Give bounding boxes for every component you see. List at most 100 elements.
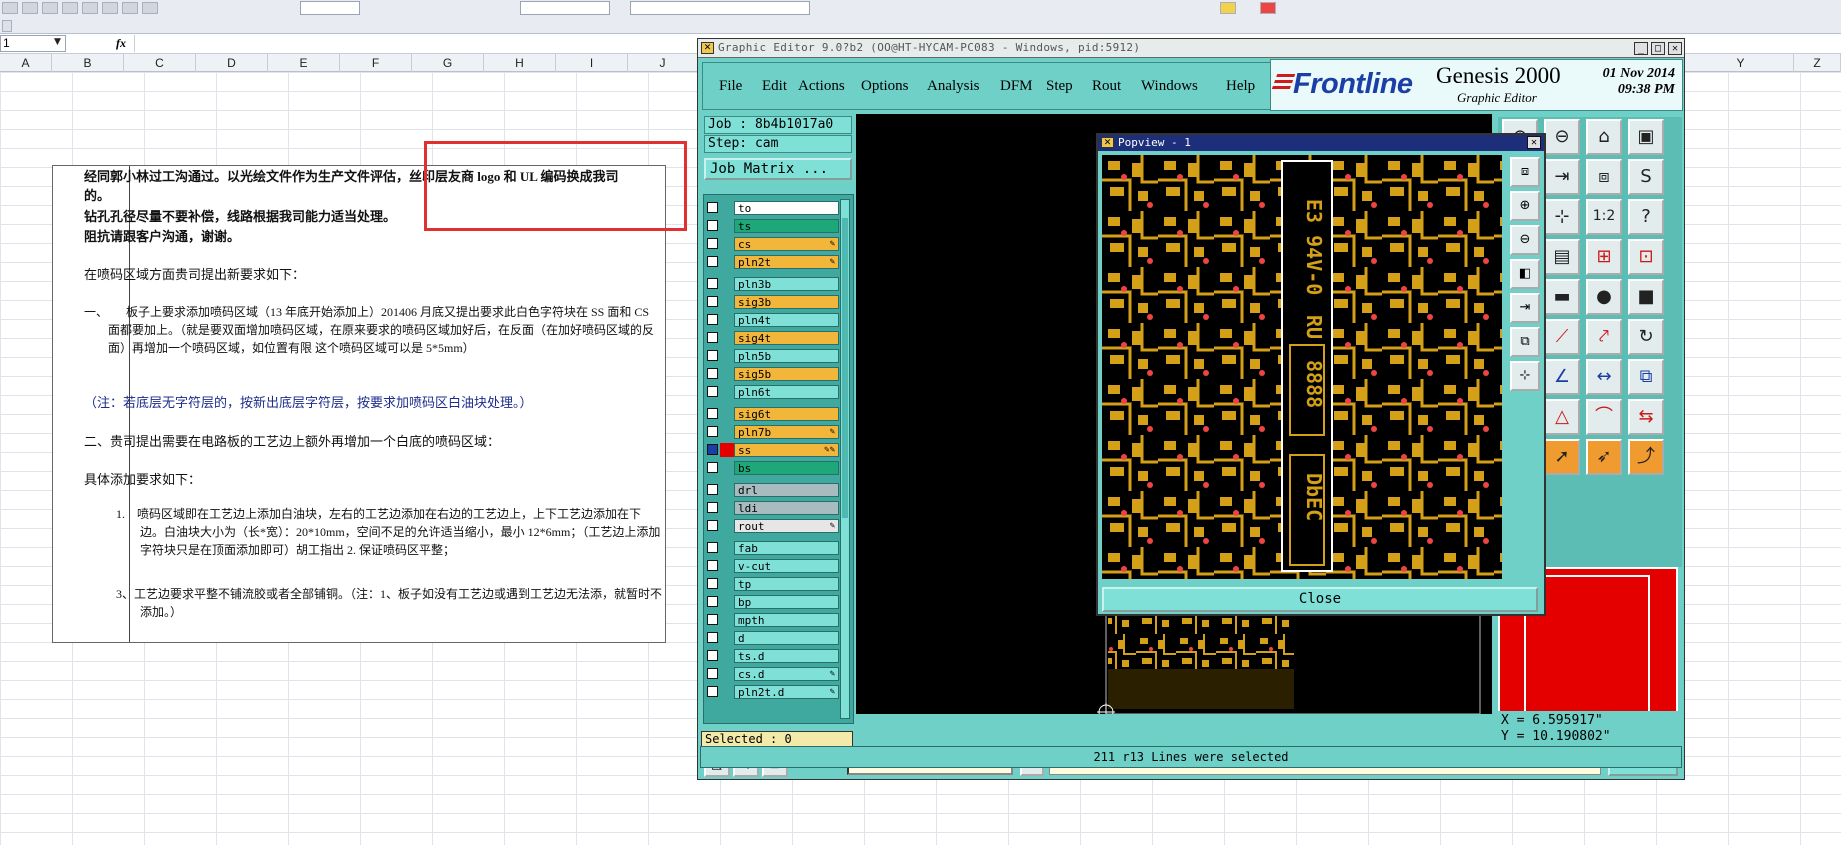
layer-color-swatch[interactable] (720, 407, 734, 421)
layer-name[interactable]: cs.d ✎ (734, 667, 839, 681)
layer-color-swatch[interactable] (720, 461, 734, 475)
layer-name[interactable]: bp (734, 595, 839, 609)
layer-checkbox[interactable] (707, 202, 718, 213)
layer-row[interactable]: drl (707, 483, 839, 497)
scale-icon[interactable]: 1:2 (1586, 199, 1622, 235)
maximize-button[interactable]: □ (1651, 42, 1665, 55)
pad-icon[interactable]: ● (1586, 279, 1622, 315)
fx-icon[interactable]: fx (116, 36, 126, 51)
angle-icon[interactable]: ∠ (1544, 359, 1580, 395)
fit-icon[interactable]: ⧈ (1586, 159, 1622, 195)
chevron-down-icon[interactable]: ▼ (54, 37, 61, 47)
layer-name[interactable]: pln4t (734, 313, 839, 327)
pan-left-icon[interactable]: ◧ (1510, 259, 1540, 289)
layer-name[interactable]: pln5b (734, 349, 839, 363)
rect-icon[interactable]: ■ (1628, 279, 1664, 315)
layer-color-swatch[interactable] (720, 295, 734, 309)
layer-row[interactable]: cs.d ✎ (707, 667, 839, 681)
layer-name[interactable]: pln3b (734, 277, 839, 291)
size-dropdown[interactable] (520, 1, 610, 15)
layer-name[interactable]: pln2t ✎ (734, 255, 839, 269)
layer-checkbox[interactable] (707, 278, 718, 289)
layer-checkbox[interactable] (707, 296, 718, 307)
font-color-icon[interactable] (1260, 2, 1276, 14)
line-to-point-icon[interactable]: ⟋ (1544, 319, 1580, 355)
popview-canvas[interactable]: E3 94V-0 RU 8888 DbEC (1102, 155, 1502, 579)
menu-help[interactable]: Help (1226, 78, 1255, 95)
font-dropdown[interactable] (300, 1, 360, 15)
layer-row[interactable]: pln2t ✎ (707, 255, 839, 269)
layer-checkbox[interactable] (707, 578, 718, 589)
job-matrix-button[interactable]: Job Matrix ... (704, 158, 852, 180)
toolbar-icon[interactable] (122, 2, 138, 14)
column-header[interactable]: G (412, 54, 484, 72)
layer-row[interactable]: to (707, 201, 839, 215)
minimize-button[interactable]: _ (1634, 42, 1648, 55)
layer-name[interactable]: pln7b ✎ (734, 425, 839, 439)
toolbar-icon[interactable] (62, 2, 78, 14)
layer-color-swatch[interactable] (720, 385, 734, 399)
dimension-icon[interactable]: ↔ (1586, 359, 1622, 395)
triangle-icon[interactable]: △ (1544, 399, 1580, 435)
menu-rout[interactable]: Rout (1092, 78, 1121, 95)
popview-titlebar[interactable]: ✕ Popview - 1 ✕ (1098, 135, 1544, 151)
layer-row[interactable]: v-cut (707, 559, 839, 573)
home-icon[interactable]: ⌂ (1586, 119, 1622, 155)
layer-color-swatch[interactable] (720, 685, 734, 699)
layer-color-swatch[interactable] (720, 425, 734, 439)
layer-color-swatch[interactable] (720, 541, 734, 555)
arc-icon[interactable]: ↻ (1628, 319, 1664, 355)
layer-row[interactable]: pln4t (707, 313, 839, 327)
column-header[interactable]: I (556, 54, 628, 72)
app-icon[interactable]: ✕ (701, 42, 714, 54)
layer-row[interactable]: ldi (707, 501, 839, 515)
window-titlebar[interactable]: ✕ Graphic Editor 9.0?b2 (OO@HT-HYCAM-PC0… (698, 39, 1684, 58)
layer-color-swatch[interactable] (720, 277, 734, 291)
layer-name[interactable]: ts.d (734, 649, 839, 663)
layer-checkbox[interactable] (707, 650, 718, 661)
layer-row[interactable]: bs (707, 461, 839, 475)
layer-checkbox[interactable] (707, 238, 718, 249)
zoom-out-icon[interactable]: ⊖ (1544, 119, 1580, 155)
layer-name[interactable]: to (734, 201, 839, 215)
layer-color-swatch[interactable] (720, 219, 734, 233)
layer-color-swatch[interactable] (720, 631, 734, 645)
layer-color-swatch[interactable] (720, 559, 734, 573)
toolbar-icon[interactable] (102, 2, 118, 14)
scroll-thumb[interactable] (842, 218, 848, 518)
layer-name[interactable]: bs (734, 461, 839, 475)
pointer-box-icon[interactable]: ➶ (1586, 439, 1622, 475)
column-header[interactable]: C (124, 54, 196, 72)
column-header[interactable]: D (196, 54, 268, 72)
layer-checkbox[interactable] (707, 332, 718, 343)
pattern-icon[interactable]: ⧉ (1628, 359, 1664, 395)
highlight-icon[interactable] (1220, 2, 1236, 14)
layer-checkbox[interactable] (707, 668, 718, 679)
layer-row[interactable]: ts (707, 219, 839, 233)
zoom-out-icon[interactable]: ⊖ (1510, 225, 1540, 255)
close-icon[interactable]: ✕ (1527, 136, 1541, 149)
layer-color-swatch[interactable] (720, 613, 734, 627)
layer-checkbox[interactable] (707, 596, 718, 607)
layer-checkbox[interactable] (707, 462, 718, 473)
column-header[interactable]: H (484, 54, 556, 72)
layer-row[interactable]: sig4t (707, 331, 839, 345)
layer-row[interactable]: mpth (707, 613, 839, 627)
layer-row[interactable]: pln5b (707, 349, 839, 363)
layer-row[interactable]: pln2t.d ✎ (707, 685, 839, 699)
layer-checkbox[interactable] (707, 614, 718, 625)
connect-icon[interactable]: ⤤ (1586, 319, 1622, 355)
snap-center-icon[interactable]: ⊡ (1628, 239, 1664, 275)
layer-checkbox[interactable] (707, 686, 718, 697)
layer-name[interactable]: ts (734, 219, 839, 233)
help-icon[interactable]: ? (1628, 199, 1664, 235)
layer-name[interactable]: cs ✎ (734, 237, 839, 251)
snap-icon[interactable]: ⊞ (1586, 239, 1622, 275)
layer-checkbox[interactable] (707, 632, 718, 643)
column-header[interactable]: J (628, 54, 698, 72)
menu-analysis[interactable]: Analysis (927, 78, 980, 95)
layer-name[interactable]: drl (734, 483, 839, 497)
column-header[interactable]: F (340, 54, 412, 72)
window-icon[interactable]: ▣ (1628, 119, 1664, 155)
layer-row[interactable]: ss ✎✎ (707, 443, 839, 457)
